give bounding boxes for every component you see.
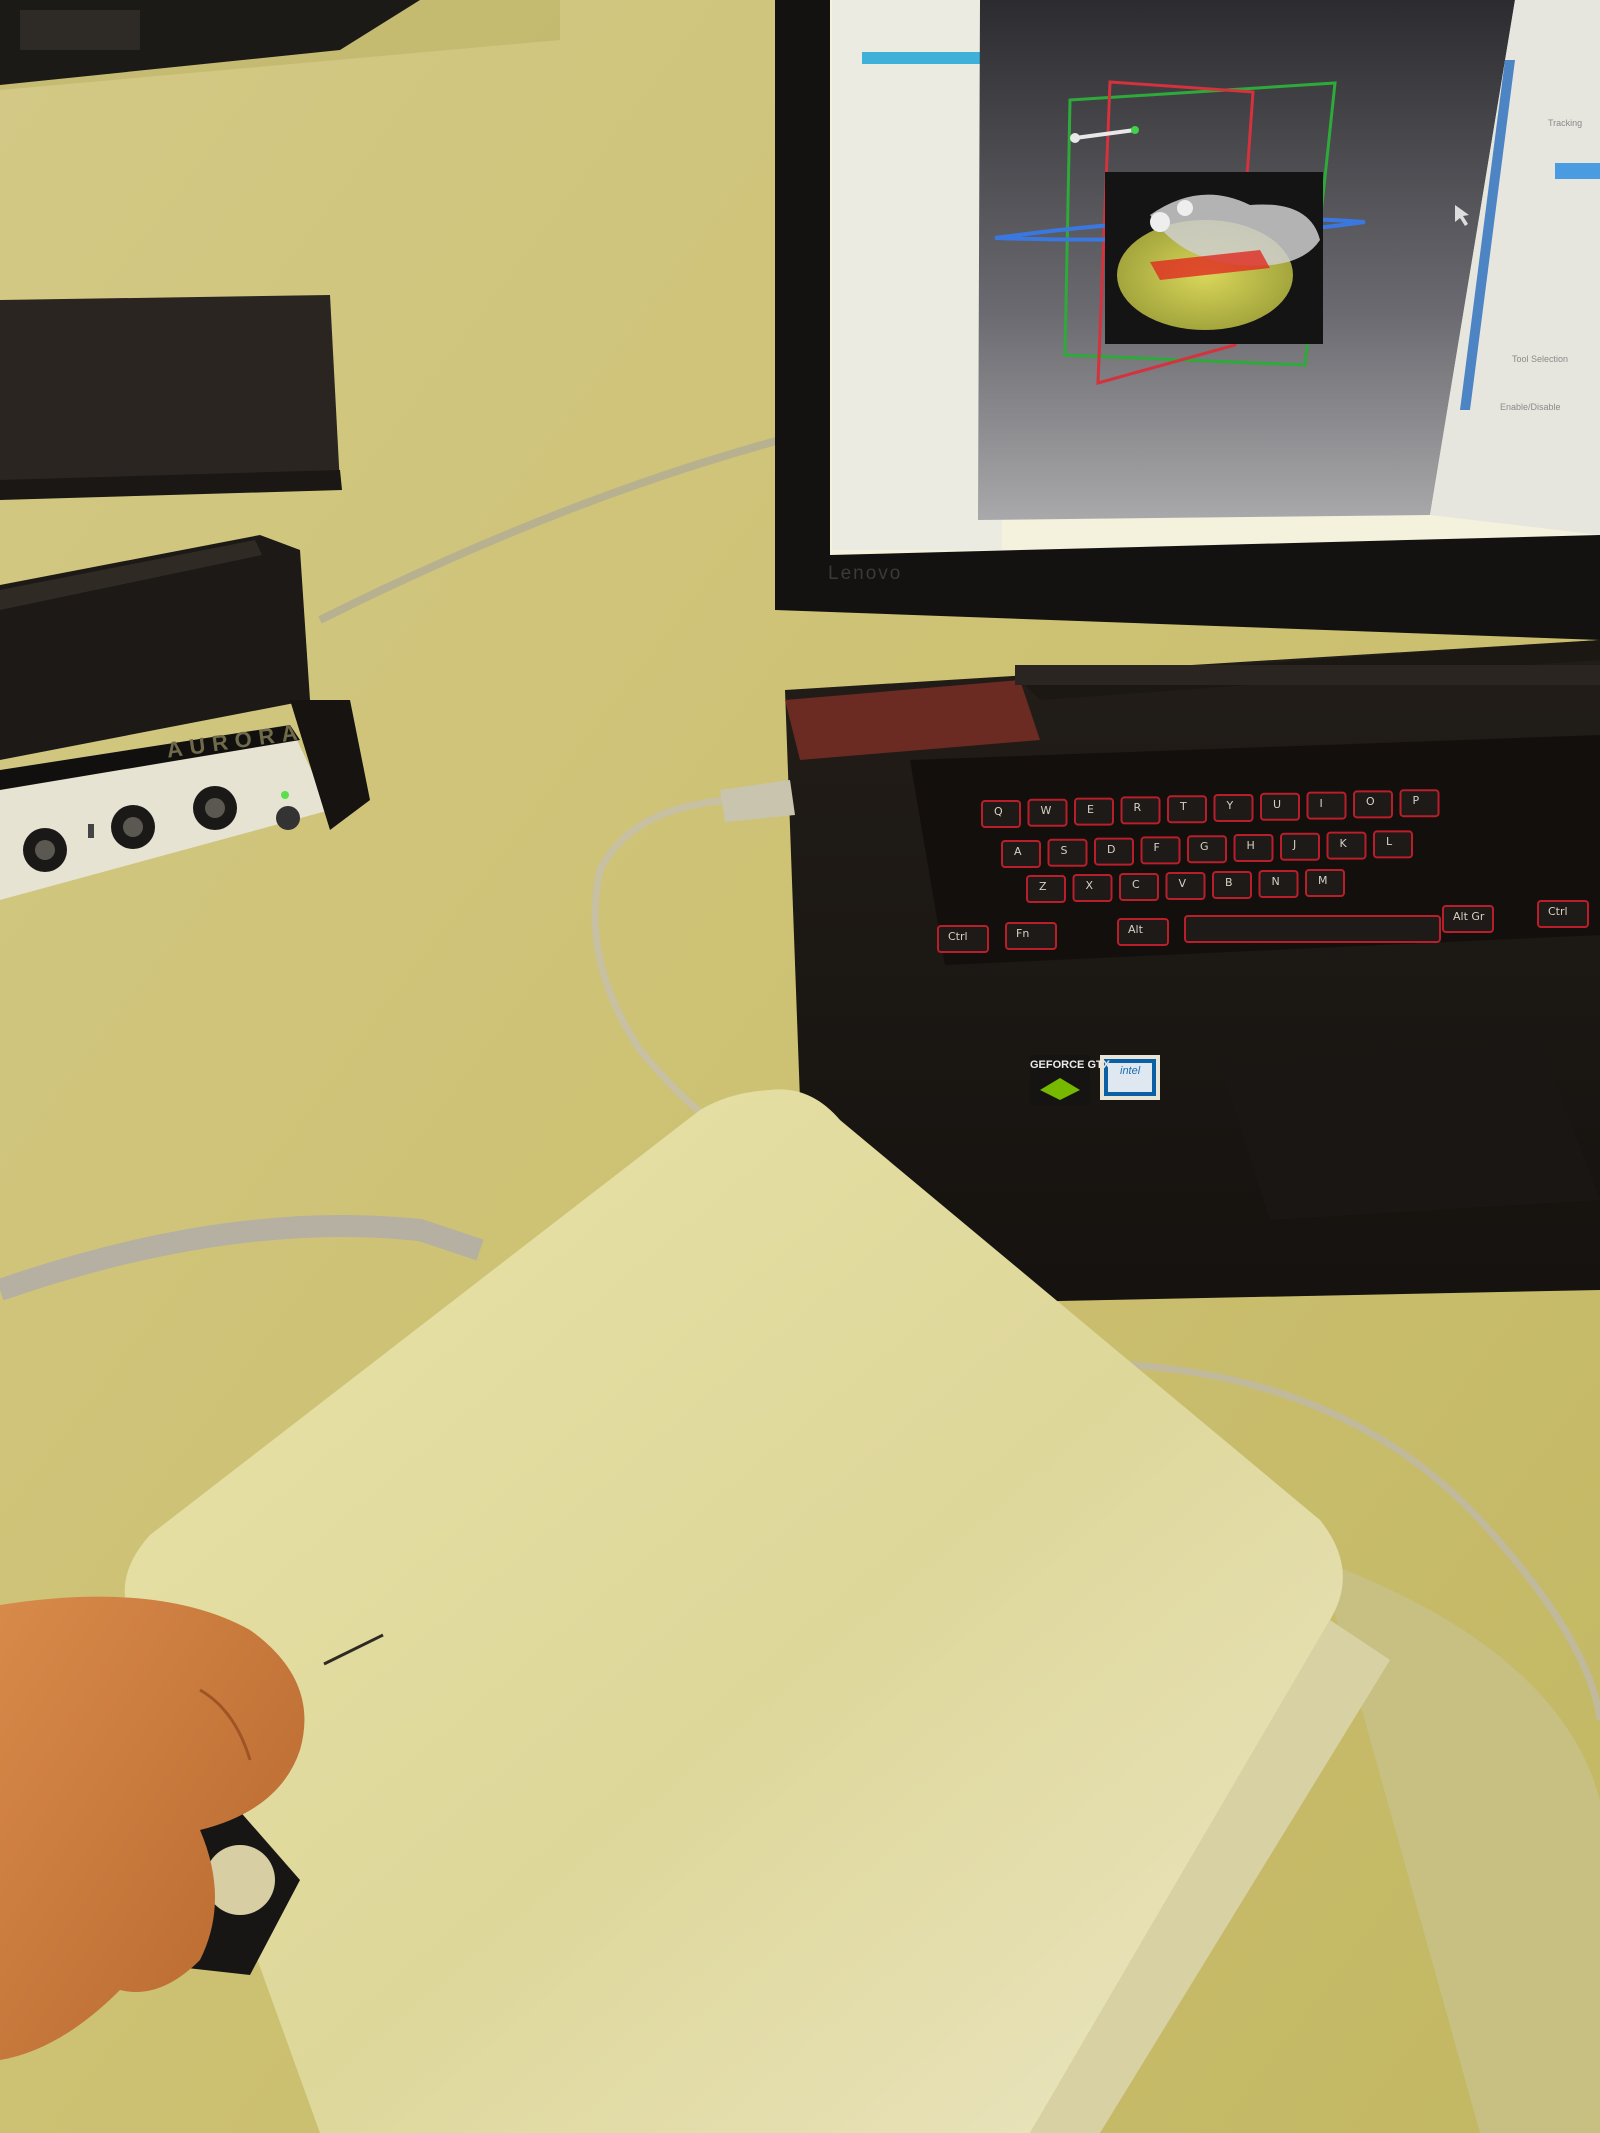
key-label: G — [1200, 840, 1209, 854]
key-label: Ctrl — [1548, 905, 1568, 918]
keyboard-key — [1306, 791, 1347, 820]
key-label: F — [1153, 841, 1160, 855]
keyboard-key — [1373, 830, 1413, 859]
key-label: S — [1060, 843, 1068, 857]
keyboard-key — [1399, 789, 1440, 818]
screen-panel-label: Tool Selection — [1512, 354, 1569, 364]
keyboard-key — [1047, 838, 1088, 867]
key-label: L — [1386, 835, 1393, 849]
key-label: H — [1246, 839, 1255, 852]
keyboard-key — [1213, 794, 1254, 822]
key-label: Ctrl — [948, 930, 968, 943]
keyboard-key — [1140, 836, 1181, 865]
photo-illustration — [0, 0, 1600, 2133]
key-label: X — [1085, 879, 1094, 892]
keyboard-key — [1117, 918, 1169, 946]
key-label: J — [1293, 837, 1297, 851]
keyboard-spacebar — [1184, 915, 1441, 943]
key-label: Q — [994, 805, 1003, 818]
key-label: R — [1133, 801, 1142, 815]
key-label: M — [1318, 874, 1328, 887]
key-label: N — [1271, 875, 1280, 888]
keyboard-key — [1074, 797, 1114, 826]
photo-scene: AURORA Lenovo GEFORCE GTX intel Tracking… — [0, 0, 1600, 2133]
screen-panel-label: Tracking — [1548, 118, 1583, 128]
key-label: Fn — [1016, 927, 1030, 940]
key-label: O — [1366, 795, 1375, 809]
key-label: Alt Gr — [1453, 910, 1485, 923]
keyboard-key — [1005, 922, 1057, 950]
key-label: I — [1319, 796, 1323, 810]
key-label: W — [1040, 803, 1052, 817]
key-label: P — [1412, 794, 1420, 808]
keyboard-key — [1280, 832, 1320, 861]
screen-panel-label: Enable/Disable — [1500, 402, 1561, 412]
cpu-sticker-label: intel — [1120, 1065, 1141, 1077]
key-label: V — [1178, 877, 1187, 890]
key-label: K — [1339, 836, 1347, 850]
foam-block — [0, 295, 340, 495]
key-label: T — [1180, 800, 1187, 814]
gpu-sticker-label: GEFORCE GTX — [1030, 1059, 1111, 1071]
key-label: C — [1132, 878, 1140, 891]
key-label: Alt — [1128, 923, 1143, 936]
lenovo-brand-label: Lenovo — [828, 563, 903, 584]
key-label: E — [1087, 802, 1094, 816]
keyboard-key — [1167, 795, 1207, 824]
key-label: B — [1225, 876, 1233, 889]
key-label: U — [1273, 797, 1282, 811]
key-label: Z — [1039, 880, 1047, 893]
key-label: D — [1107, 842, 1116, 856]
laptop-screen — [775, 0, 1600, 640]
key-label: A — [1014, 845, 1022, 858]
key-label: Y — [1226, 799, 1234, 812]
